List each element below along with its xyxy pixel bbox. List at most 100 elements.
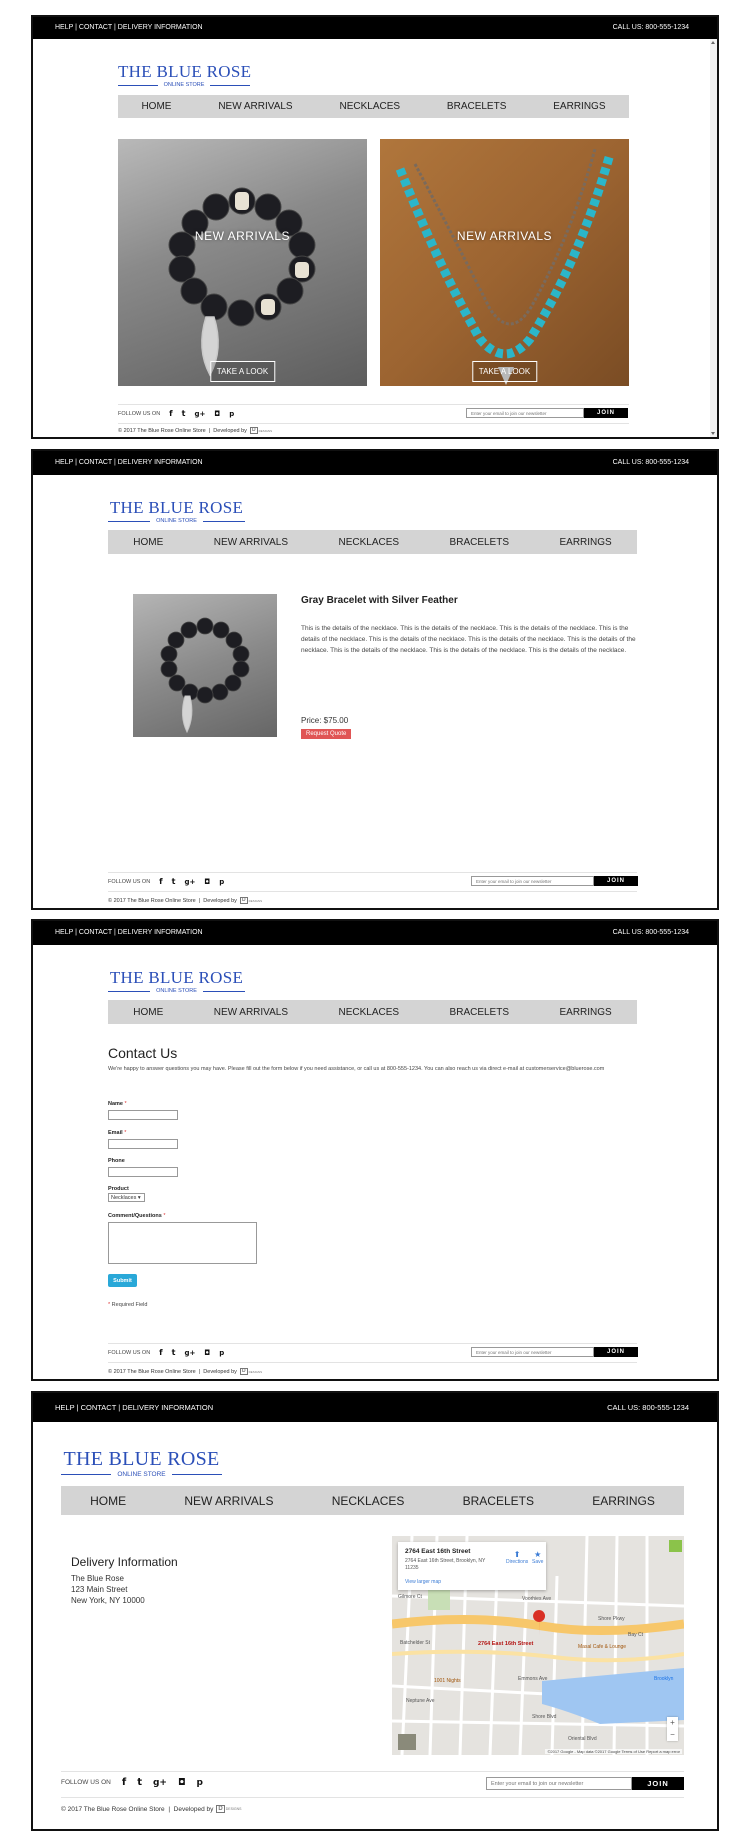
- take-a-look-button[interactable]: TAKE A LOOK: [209, 361, 276, 382]
- directions-link[interactable]: ⬆ Directions: [506, 1550, 528, 1565]
- logo[interactable]: THE BLUE ROSE ONLINE STORE: [118, 63, 251, 88]
- newsletter-input[interactable]: [466, 408, 584, 418]
- help-link[interactable]: HELP: [55, 24, 73, 31]
- facebook-icon[interactable]: f: [122, 1777, 126, 1788]
- developer-logo[interactable]: D DESIGNS: [239, 1368, 262, 1375]
- take-a-look-button[interactable]: TAKE A LOOK: [471, 361, 538, 382]
- twitter-icon[interactable]: t: [137, 1777, 142, 1788]
- contact-link[interactable]: CONTACT: [79, 24, 112, 31]
- nav-bracelets[interactable]: BRACELETS: [447, 101, 506, 112]
- join-button[interactable]: JOIN: [584, 408, 628, 418]
- scrollbar[interactable]: [710, 39, 717, 437]
- newsletter-input[interactable]: [471, 1347, 594, 1357]
- developed-by: Developed by: [173, 1805, 214, 1813]
- home-page-screenshot: HELP | CONTACT | DELIVERY INFORMATION CA…: [31, 15, 719, 439]
- pinterest-icon[interactable]: p: [229, 410, 234, 418]
- google-plus-icon[interactable]: g+: [194, 410, 205, 418]
- bracelet-tile[interactable]: NEW ARRIVALS TAKE A LOOK: [118, 139, 367, 386]
- call-us: CALL US: 800-555-1234: [607, 1403, 689, 1412]
- nav-earrings[interactable]: EARRINGS: [560, 1007, 612, 1018]
- developer-logo[interactable]: D DESIGNS: [239, 897, 262, 904]
- delivery-link[interactable]: DELIVERY INFORMATION: [118, 459, 203, 466]
- developer-logo[interactable]: D DESIGNS: [249, 427, 273, 434]
- nav-new-arrivals[interactable]: NEW ARRIVALS: [184, 1494, 273, 1508]
- google-plus-icon[interactable]: g+: [153, 1778, 167, 1788]
- nav-home[interactable]: HOME: [133, 1007, 163, 1018]
- nav-bracelets[interactable]: BRACELETS: [450, 537, 509, 548]
- contact-link[interactable]: CONTACT: [79, 929, 112, 936]
- nav-necklaces[interactable]: NECKLACES: [338, 1007, 399, 1018]
- instagram-icon[interactable]: ◘: [204, 878, 210, 886]
- facebook-icon[interactable]: f: [159, 1348, 162, 1357]
- nav-bracelets[interactable]: BRACELETS: [450, 1007, 509, 1018]
- nav-necklaces[interactable]: NECKLACES: [339, 101, 400, 112]
- nav-home[interactable]: HOME: [133, 537, 163, 548]
- map-zoom-control[interactable]: + −: [667, 1717, 678, 1741]
- comments-textarea[interactable]: [108, 1222, 257, 1264]
- nav-earrings[interactable]: EARRINGS: [553, 101, 605, 112]
- logo[interactable]: THE BLUE ROSE ONLINE STORE: [61, 1449, 222, 1478]
- facebook-icon[interactable]: f: [159, 877, 162, 886]
- google-map[interactable]: 2764 East 16th Street Shore Pkwy Masal C…: [392, 1536, 684, 1755]
- zoom-out-icon[interactable]: −: [667, 1729, 678, 1741]
- help-link[interactable]: HELP: [55, 459, 73, 466]
- developer-logo-text: DESIGNS: [258, 428, 273, 433]
- save-link[interactable]: ★ Save: [532, 1550, 543, 1565]
- contact-link[interactable]: CONTACT: [81, 1403, 117, 1412]
- copyright-text: © 2017 The Blue Rose Online Store: [108, 897, 196, 904]
- necklace-tile[interactable]: NEW ARRIVALS TAKE A LOOK: [380, 139, 629, 386]
- map-pin-label: 2764 East 16th Street: [478, 1641, 534, 1647]
- delivery-link[interactable]: DELIVERY INFORMATION: [118, 24, 203, 31]
- newsletter-input[interactable]: [471, 876, 594, 886]
- nav-earrings[interactable]: EARRINGS: [592, 1494, 655, 1508]
- nav-bracelets[interactable]: BRACELETS: [463, 1494, 534, 1508]
- join-button[interactable]: JOIN: [594, 876, 638, 886]
- email-field[interactable]: [108, 1139, 178, 1149]
- newsletter-form: JOIN: [486, 1777, 684, 1790]
- developer-logo[interactable]: D DESIGNS: [216, 1805, 242, 1813]
- logo[interactable]: THE BLUE ROSE ONLINE STORE: [108, 969, 246, 994]
- contact-link[interactable]: CONTACT: [79, 459, 112, 466]
- logo[interactable]: THE BLUE ROSE ONLINE STORE: [108, 499, 246, 524]
- instagram-icon[interactable]: ◘: [178, 1778, 186, 1788]
- twitter-icon[interactable]: t: [172, 877, 176, 886]
- nav-home[interactable]: HOME: [90, 1494, 126, 1508]
- instagram-icon[interactable]: ◘: [204, 1349, 210, 1357]
- pinterest-icon[interactable]: p: [219, 878, 224, 886]
- join-button[interactable]: JOIN: [632, 1777, 684, 1790]
- nav-earrings[interactable]: EARRINGS: [560, 537, 612, 548]
- name-field[interactable]: [108, 1110, 178, 1120]
- join-button[interactable]: JOIN: [594, 1347, 638, 1357]
- nav-home[interactable]: HOME: [141, 101, 171, 112]
- nav-new-arrivals[interactable]: NEW ARRIVALS: [218, 101, 292, 112]
- pinterest-icon[interactable]: p: [197, 1778, 203, 1788]
- google-plus-icon[interactable]: g+: [184, 1349, 195, 1357]
- nav-necklaces[interactable]: NECKLACES: [338, 537, 399, 548]
- map-card-title: 2764 East 16th Street: [405, 1548, 471, 1555]
- pinterest-icon[interactable]: p: [219, 1349, 224, 1357]
- copyright-text: © 2017 The Blue Rose Online Store: [118, 427, 206, 434]
- copyright: © 2017 The Blue Rose Online Store | Deve…: [118, 427, 272, 434]
- product-price: Price: $75.00: [301, 716, 349, 725]
- help-link[interactable]: HELP: [55, 1403, 74, 1412]
- zoom-in-icon[interactable]: +: [667, 1717, 678, 1729]
- nav-necklaces[interactable]: NECKLACES: [332, 1494, 405, 1508]
- delivery-link[interactable]: DELIVERY INFORMATION: [118, 929, 203, 936]
- phone-field[interactable]: [108, 1167, 178, 1177]
- nav-new-arrivals[interactable]: NEW ARRIVALS: [214, 1007, 288, 1018]
- product-select[interactable]: Necklaces ▾: [108, 1193, 145, 1202]
- twitter-icon[interactable]: t: [182, 409, 186, 418]
- nav-new-arrivals[interactable]: NEW ARRIVALS: [214, 537, 288, 548]
- bracelet-image: [168, 187, 316, 377]
- help-link[interactable]: HELP: [55, 929, 73, 936]
- product-image: [133, 594, 277, 737]
- facebook-icon[interactable]: f: [169, 409, 172, 418]
- request-quote-button[interactable]: Request Quote: [301, 729, 352, 739]
- newsletter-input[interactable]: [486, 1777, 632, 1790]
- delivery-link[interactable]: DELIVERY INFORMATION: [122, 1403, 213, 1412]
- instagram-icon[interactable]: ◘: [214, 410, 220, 418]
- google-plus-icon[interactable]: g+: [184, 878, 195, 886]
- submit-button[interactable]: Submit: [108, 1274, 137, 1287]
- twitter-icon[interactable]: t: [172, 1348, 176, 1357]
- view-larger-map-link[interactable]: View larger map: [405, 1579, 441, 1585]
